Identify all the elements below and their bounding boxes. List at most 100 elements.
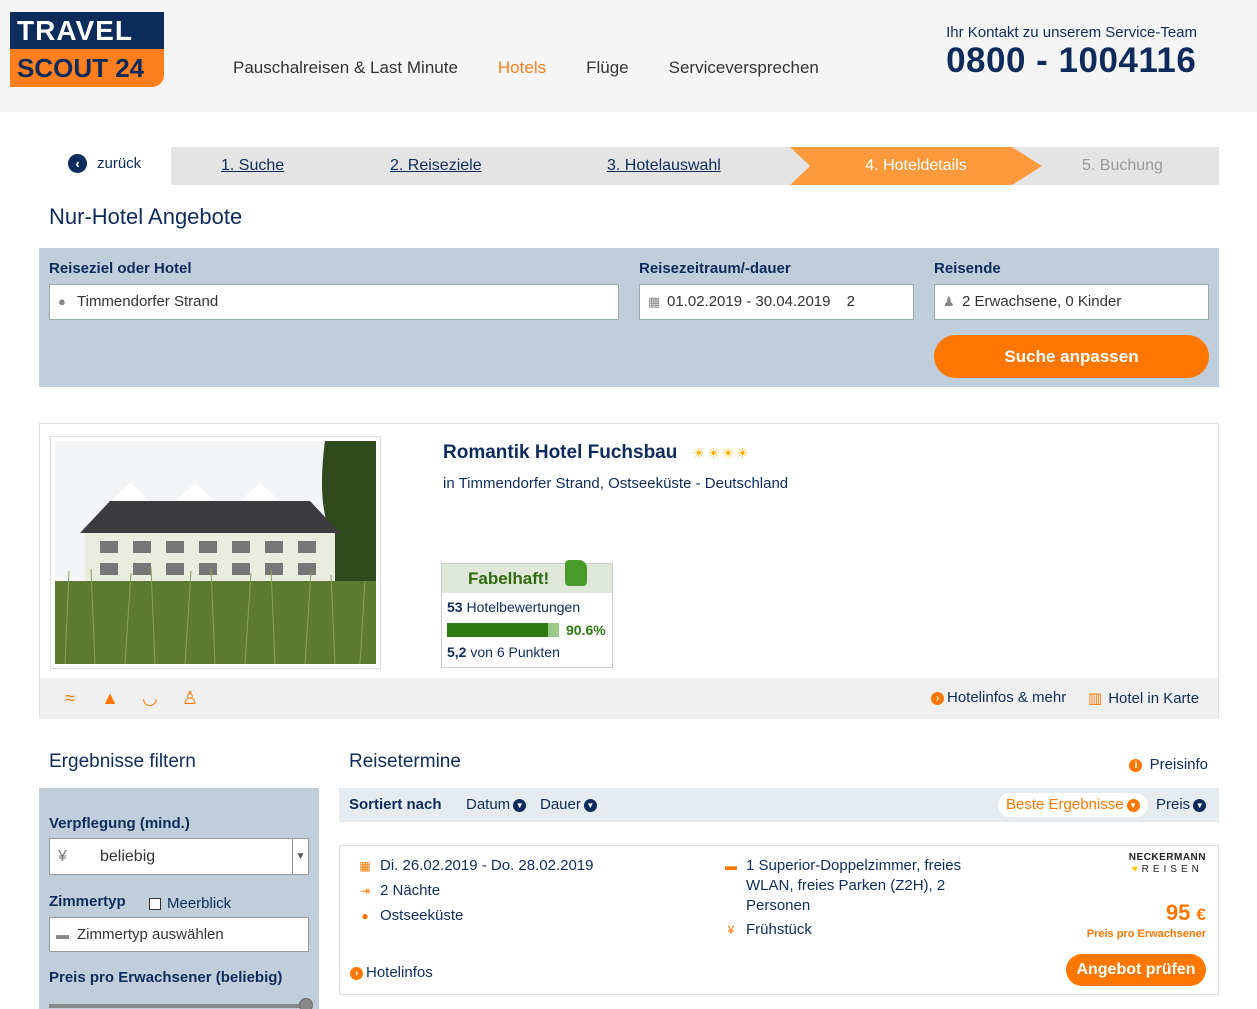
room-type-placeholder: Zimmertyp auswählen [77,926,224,943]
date-value: 01.02.2019 - 30.04.2019 [667,293,831,310]
chevron-down-icon: ▼ [513,798,527,812]
back-link[interactable]: ‹ zurück [68,154,141,173]
results-title: Reisetermine [349,751,461,772]
hotel-card: Romantik Hotel Fuchsbau ☀☀☀☀ in Timmendo… [39,423,1219,719]
hotel-map-label: Hotel in Karte [1108,690,1200,707]
map-pin-icon: ● [361,909,369,923]
offer-room: 1 Superior-Doppelzimmer, freies WLAN, fr… [746,857,962,914]
booking-steps: 1. Suche 2. Reiseziele 3. Hotelauswahl 4… [171,147,1219,185]
chevron-right-icon: › [350,966,363,980]
score-value: 5,2 [447,644,467,660]
main-nav: Pauschalreisen & Last Minute Hotels Flüg… [233,58,819,78]
hotel-building-illustration [55,441,376,664]
bed-icon: ▬ [56,927,69,942]
nav-fluege[interactable]: Flüge [586,58,629,78]
sort-duration[interactable]: Dauer ▼ [540,796,597,813]
offer-hotelinfos-link[interactable]: › Hotelinfos [350,964,433,981]
hotel-photo[interactable] [50,436,381,669]
sort-price[interactable]: Preis ▼ [1156,796,1207,813]
offer-region: ● Ostseeküste [358,907,463,924]
score-label: von 6 Punkten [470,644,560,660]
offer-price-label: Preis pro Erwachsener [1086,928,1206,940]
chevron-left-icon: ‹ [68,154,87,173]
calendar-icon: ▦ [648,294,661,309]
site-header: TRAVEL SCOUT 24 Pauschalreisen & Last Mi… [0,0,1257,112]
hotel-image [55,441,376,664]
map-icon: ▥ [1088,690,1103,707]
step-hotelauswahl[interactable]: 3. Hotelauswahl [607,147,721,185]
rating-head: Fabelhaft! [442,560,612,593]
moon-icon: ⇥ [359,884,371,898]
search-update-button[interactable]: Suche anpassen [934,335,1209,378]
recommend-bar [447,623,559,637]
step-suche[interactable]: 1. Suche [221,147,284,185]
slider-knob[interactable] [299,998,313,1009]
sort-price-label: Preis [1156,796,1191,813]
hotel-map-link[interactable]: ▥ Hotel in Karte [1088,689,1199,707]
sort-duration-label: Dauer [540,796,581,813]
operator-bottom: REISEN [1141,864,1203,875]
neckermann-logo: NECKERMANN ♥ REISEN [1129,852,1206,876]
travelers-input[interactable]: ♟ 2 Erwachsene, 0 Kinder [934,284,1209,320]
board-value: beliebig [100,848,156,865]
info-icon: i [1129,758,1143,772]
offer-nights: ⇥ 2 Nächte [358,882,440,899]
destination-label: Reiseziel oder Hotel [49,260,192,277]
score-row: 5,2 von 6 Punkten [447,644,560,660]
sort-best[interactable]: Beste Ergebnisse ▼ [998,793,1148,817]
step-hoteldetails: 4. Hoteldetails [790,147,1042,185]
offer-region-text: Ostseeküste [380,907,464,924]
duration-value: 2 [846,293,855,310]
date-input[interactable]: ▦ 01.02.2019 - 30.04.2019 2 [639,284,914,320]
room-label: Zimmertyp [49,893,126,910]
logo-top: TRAVEL [10,12,164,49]
board-select[interactable]: ¥ beliebig ▼ [49,838,309,875]
room-service-icon: ▲ [101,688,119,708]
destination-input[interactable]: ● Timmendorfer Strand [49,284,619,320]
chevron-down-icon: ▼ [1126,798,1140,812]
logo-bottom: SCOUT 24 [10,49,164,87]
offer-price: 95 € [1166,900,1206,926]
preisinfo-link[interactable]: i Preisinfo [1129,756,1208,773]
rating-box[interactable]: Fabelhaft! 53 Hotelbewertungen 90.6% 5,2… [441,560,613,668]
hotel-footer: ≈ ▲ ◡ ♙ › Hotelinfos & mehr ▥ Hotel in Kar… [40,678,1218,719]
map-pin-icon: ● [58,294,66,309]
price-slider[interactable] [49,998,313,1009]
sort-best-label: Beste Ergebnisse [1006,796,1124,813]
chevron-down-icon: ▼ [1193,798,1207,812]
hotel-location: in Timmendorfer Strand, Ostseeküste - De… [443,475,789,492]
nav-pauschalreisen[interactable]: Pauschalreisen & Last Minute [233,58,458,78]
contact-phone[interactable]: 0800 - 1004116 [946,41,1197,81]
travelers-value: 2 Erwachsene, 0 Kinder [962,293,1122,310]
travelers-label: Reisende [934,260,1001,277]
rating-label: Fabelhaft! [468,569,550,588]
seaview-checkbox[interactable]: Meerblick [149,895,231,912]
chevron-down-icon: ▼ [292,839,308,874]
family-icon: ♙ [181,688,199,708]
star-rating-icon: ☀☀☀☀ [692,445,751,461]
nav-serviceversprechen[interactable]: Serviceversprechen [669,58,819,78]
hotelinfos-link[interactable]: › Hotelinfos & mehr [931,689,1066,706]
step-reiseziele[interactable]: 2. Reiseziele [390,147,482,185]
hotel-name-text: Romantik Hotel Fuchsbau [443,442,678,463]
sort-date[interactable]: Datum ▼ [466,796,527,813]
offer-price-value: 95 [1165,900,1191,925]
reviews-row: 53 Hotelbewertungen [442,599,612,615]
offer-dates-text: Di. 26.02.2019 - Do. 28.02.2019 [380,857,594,874]
offer-hotelinfos-label: Hotelinfos [366,964,433,981]
nav-hotels[interactable]: Hotels [498,58,546,78]
travelscout-logo[interactable]: TRAVEL SCOUT 24 [10,12,164,87]
chevron-right-icon: › [931,691,944,705]
bed-icon: ▬ [725,859,737,873]
search-panel: Reiseziel oder Hotel ● Timmendorfer Stra… [39,248,1219,387]
calendar-icon: ▦ [359,859,371,873]
offer-nights-text: 2 Nächte [380,882,441,899]
filter-panel: Verpflegung (mind.) ¥ beliebig ▼ Zimmert… [39,788,319,1009]
spa-icon: ◡ [142,688,158,708]
sort-label: Sortiert nach [349,796,442,813]
room-type-select[interactable]: ▬ Zimmertyp auswählen [49,917,309,952]
thumbs-up-icon [565,560,587,586]
check-offer-button[interactable]: Angebot prüfen [1066,954,1206,986]
recommend-percent: 90.6% [566,622,606,638]
filter-title: Ergebnisse filtern [49,751,196,772]
